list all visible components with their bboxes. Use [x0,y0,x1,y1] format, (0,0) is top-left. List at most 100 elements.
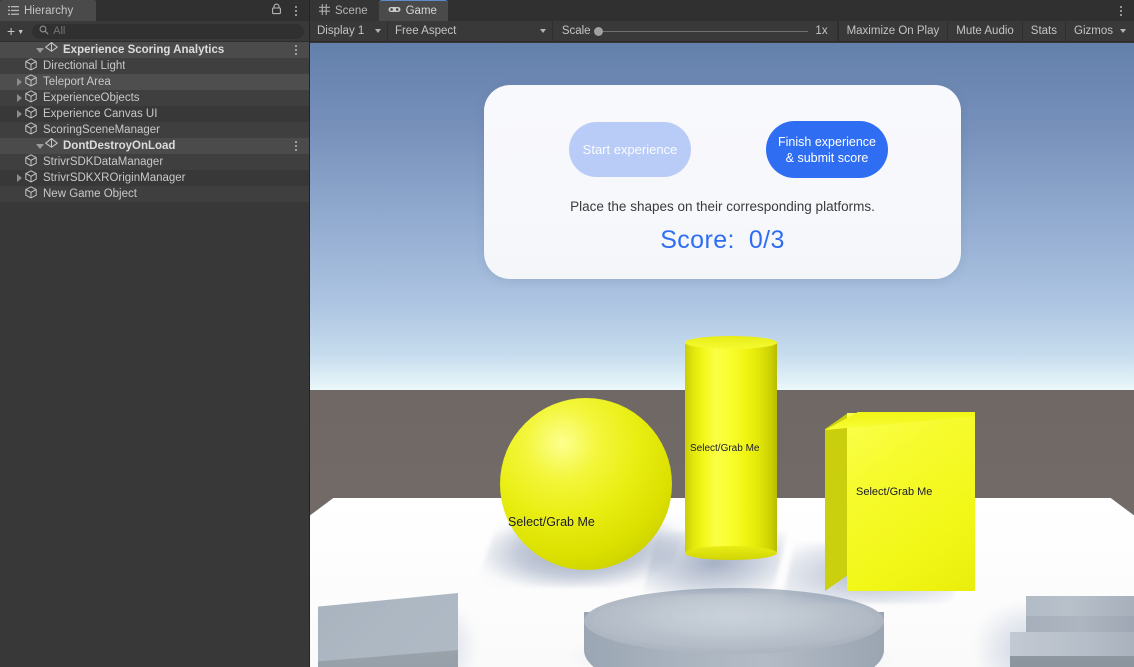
expand-toggle-placeholder [14,186,25,202]
unity-editor-window: Hierarchy + ▼ All Experience Scoring Ana… [0,0,1134,667]
hierarchy-item-teleport-area[interactable]: Teleport Area [0,74,309,90]
hierarchy-item-experience-scoring-analytics[interactable]: Experience Scoring Analytics [0,42,309,58]
hierarchy-tree: Experience Scoring Analytics Directional … [0,42,309,202]
score-value: 0/3 [748,226,785,254]
expand-toggle-placeholder [14,154,25,170]
chevron-down-icon [539,29,546,33]
gameview-tabbar: Scene Game [310,0,1134,21]
tab-scene[interactable]: Scene [310,0,379,21]
hierarchy-item-label: Directional Light [43,60,126,72]
hierarchy-search-input[interactable]: All [32,22,304,40]
hierarchy-panel: Hierarchy + ▼ All Experience Scoring Ana… [0,0,310,667]
hierarchy-item-label: New Game Object [43,188,137,200]
hierarchy-item-label: Experience Scoring Analytics [63,44,225,56]
gameobject-cube-icon [25,58,40,74]
scene-context-menu-icon[interactable] [290,138,302,154]
scale-slider[interactable] [593,26,809,36]
expand-toggle[interactable] [14,170,25,186]
hierarchy-item-new-game-object[interactable]: New Game Object [0,186,309,202]
chevron-down-icon: ▼ [17,28,25,36]
tab-hierarchy[interactable]: Hierarchy [0,0,96,21]
hierarchy-icon [8,5,19,16]
hierarchy-item-strivrsdkxroriginmanager[interactable]: StrivrSDKXROriginManager [0,170,309,186]
cylinder-label: Select/Grab Me [690,443,760,454]
hierarchy-menu-icon[interactable] [290,5,302,16]
gameobject-cube-icon [25,106,40,122]
scene-icon [45,138,60,154]
mute-audio-label: Mute Audio [956,25,1014,37]
aspect-dropdown[interactable]: Free Aspect [388,21,553,41]
tab-hierarchy-label: Hierarchy [24,4,74,17]
create-object-button[interactable]: + ▼ [5,24,26,38]
expand-toggle[interactable] [14,90,25,106]
gameview-toolbar: Display 1 Free Aspect Scale 1x Maximize … [310,21,1134,42]
game-view-panel: Scene Game Display 1 Free Aspect Scale 1… [310,0,1134,667]
hierarchy-item-experience-canvas-ui[interactable]: Experience Canvas UI [0,106,309,122]
maximize-on-play-label: Maximize On Play [846,25,940,37]
scale-slider-group[interactable]: Scale 1x [553,21,838,41]
chevron-right-icon [17,174,22,182]
cube-label: Select/Grab Me [856,486,933,498]
gameobject-cube-icon [25,186,40,202]
hierarchy-item-dontdestroyonload[interactable]: DontDestroyOnLoad [0,138,309,154]
expand-toggle[interactable] [14,74,25,90]
gamepad-icon [388,5,401,17]
chevron-down-icon [1120,29,1126,33]
finish-experience-label-line2: & submit score [785,150,869,165]
mute-audio-button[interactable]: Mute Audio [947,21,1022,41]
tab-game[interactable]: Game [378,0,448,21]
search-icon [39,22,49,40]
display-dropdown[interactable]: Display 1 [310,21,388,41]
lock-icon[interactable] [271,2,282,20]
expand-toggle[interactable] [34,138,45,154]
stats-label: Stats [1030,25,1058,37]
expand-toggle[interactable] [14,106,25,122]
hierarchy-item-directional-light[interactable]: Directional Light [0,58,309,74]
scene-context-menu-icon[interactable] [290,42,302,58]
yellow-sphere-object[interactable] [500,398,672,570]
chevron-down-icon [374,29,381,33]
gizmos-button[interactable]: Gizmos [1065,21,1134,41]
chevron-right-icon [17,94,22,102]
scale-slider-handle[interactable] [593,26,603,36]
expand-toggle[interactable] [34,42,45,58]
hierarchy-item-label: ScoringSceneManager [43,124,160,136]
left-gray-platform [318,593,458,667]
experience-ui-panel: Start experience Finish experience & sub… [484,85,961,279]
aspect-dropdown-label: Free Aspect [394,25,457,37]
hierarchy-item-label: Teleport Area [43,76,111,88]
yellow-cube-object[interactable] [825,412,975,603]
hierarchy-item-strivrsdkdatamanager[interactable]: StrivrSDKDataManager [0,154,309,170]
right-gray-platform [1010,596,1134,667]
gameobject-cube-icon [25,90,40,106]
tabbar-spacer [96,0,267,21]
hierarchy-tabbar-actions [267,0,309,21]
start-experience-button[interactable]: Start experience [569,122,691,177]
start-experience-label: Start experience [582,142,678,157]
gameobject-cube-icon [25,154,40,170]
gameview-tabbar-spacer [447,0,1111,21]
right-platform-step-4 [1010,656,1134,667]
expand-toggle-placeholder [14,122,25,138]
right-platform-step-1 [1026,596,1134,616]
tab-game-label: Game [405,5,437,17]
stats-button[interactable]: Stats [1021,21,1065,41]
hierarchy-item-experienceobjects[interactable]: ExperienceObjects [0,90,309,106]
gameview-menu-icon[interactable] [1115,5,1127,16]
tab-scene-label: Scene [335,4,368,17]
finish-experience-button[interactable]: Finish experience & submit score [766,121,888,178]
hierarchy-toolbar: + ▼ All [0,21,309,42]
hierarchy-item-scoringscenemanager[interactable]: ScoringSceneManager [0,122,309,138]
finish-experience-label-line1: Finish experience [778,134,876,149]
maximize-on-play-button[interactable]: Maximize On Play [837,21,948,41]
hierarchy-tabbar: Hierarchy [0,0,309,21]
score-display: Score: 0/3 [484,226,961,255]
game-render-surface[interactable]: Select/Grab Me Select/Grab Me Select/Gra… [310,43,1134,667]
